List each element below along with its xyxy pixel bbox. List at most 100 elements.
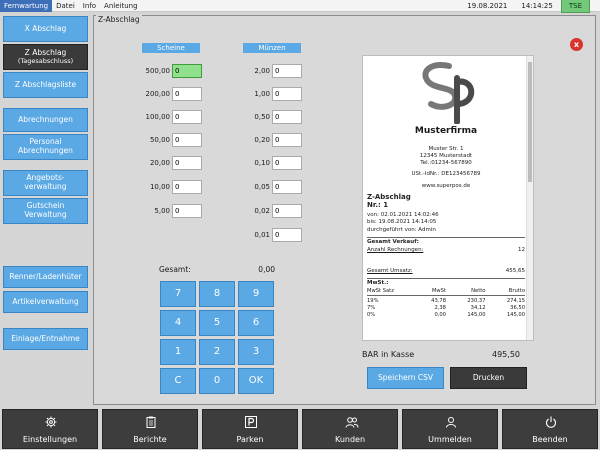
sidebar-item-label: Abrechnungen [18, 114, 73, 124]
scheine-10-input[interactable] [172, 180, 202, 194]
ummelden-button[interactable]: Ummelden [402, 409, 498, 449]
keypad-7[interactable]: 7 [160, 281, 196, 307]
keypad-1[interactable]: 1 [160, 339, 196, 365]
muenzen-label: 0,05 [254, 183, 270, 191]
keypad-3[interactable]: 3 [238, 339, 274, 365]
berichte-button[interactable]: Berichte [102, 409, 198, 449]
vat-cell: 230,37 [467, 298, 486, 304]
scheine-label: 100,00 [145, 113, 171, 121]
keypad-5[interactable]: 5 [199, 310, 235, 336]
keypad-4[interactable]: 4 [160, 310, 196, 336]
muenzen-2-input[interactable] [272, 64, 302, 78]
einstellungen-button[interactable]: Einstellungen [2, 409, 98, 449]
company-logo [413, 60, 477, 125]
sidebar-item-label: Z Abschlagsliste [14, 79, 77, 89]
receipt-vat-table: MwSt Satz MwSt Netto Brutto 19% 43,78 23… [367, 288, 525, 319]
gear-icon [45, 416, 57, 428]
muenzen-header: Münzen [243, 43, 301, 53]
sidebar-item-einlage-entnahme[interactable]: Einlage/Entnahme [3, 328, 88, 350]
vat-row: 7% 2,38 34,12 36,50 [367, 305, 525, 312]
kunden-button[interactable]: Kunden [302, 409, 398, 449]
scheine-5-input[interactable] [172, 204, 202, 218]
muenzen-001-input[interactable] [272, 228, 302, 242]
top-bar: Fernwartung Datei Info Anleitung 19.08.2… [0, 0, 600, 13]
sidebar: X Abschlag Z Abschlag (Tagesabschluss) Z… [0, 12, 92, 405]
receipt-scroll-thumb[interactable] [528, 62, 532, 182]
gesamt-label: Gesamt: [159, 265, 191, 274]
keypad-clear[interactable]: C [160, 368, 196, 394]
sidebar-item-sublabel: Verwaltung [24, 210, 67, 219]
muenzen-002-input[interactable] [272, 204, 302, 218]
scheine-50-input[interactable] [172, 133, 202, 147]
keypad-2[interactable]: 2 [199, 339, 235, 365]
sidebar-item-label: Artikelverwaltung [12, 296, 79, 306]
sidebar-item-personal-abrechnungen[interactable]: Personal Abrechnungen [3, 134, 88, 160]
vat-cell: 274,15 [506, 298, 525, 304]
receipt-divider [367, 237, 525, 238]
vat-cell: 43,78 [431, 298, 446, 304]
muenzen-label: 2,00 [254, 67, 270, 75]
scheine-label: 500,00 [145, 67, 171, 75]
receipt-anzahl-value: 12 [518, 247, 525, 253]
kunden-label: Kunden [334, 435, 366, 444]
keypad-8[interactable]: 8 [199, 281, 235, 307]
muenzen-005-input[interactable] [272, 180, 302, 194]
vat-header-row: MwSt Satz MwSt Netto Brutto [367, 288, 525, 296]
keypad-0[interactable]: 0 [199, 368, 235, 394]
receipt-scrollbar[interactable] [526, 56, 533, 340]
sidebar-item-artikelverwaltung[interactable]: Artikelverwaltung [3, 291, 88, 313]
receipt-address-line: Tel.:01234-567890 [420, 160, 472, 166]
receipt-umsatz-label: Gesamt Umsatz: [367, 268, 413, 274]
sidebar-item-renner-ladenhueter[interactable]: Renner/Ladenhüter [3, 266, 88, 288]
scheine-200-input[interactable] [172, 87, 202, 101]
receipt-doc-nr: Nr.: 1 [367, 201, 389, 209]
sidebar-item-x-abschlag[interactable]: X Abschlag [3, 16, 88, 42]
receipt-mwst-title: MwSt.: [367, 280, 389, 286]
sidebar-item-z-abschlagsliste[interactable]: Z Abschlagsliste [3, 72, 88, 98]
vat-cell: 34,12 [470, 305, 486, 311]
menu-datei[interactable]: Datei [52, 0, 79, 12]
save-csv-button[interactable]: Speichern CSV [367, 367, 444, 389]
scheine-100-input[interactable] [172, 110, 202, 124]
receipt-gesamt-verkauf: Gesamt Verkauf: [367, 239, 419, 245]
parken-button[interactable]: Parken [202, 409, 298, 449]
receipt-umsatz-value: 455,65 [505, 268, 525, 274]
sidebar-item-sublabel: Abrechnungen [18, 146, 73, 155]
sidebar-item-gutschein-verwaltung[interactable]: Gutschein Verwaltung [3, 198, 88, 224]
receipt-address-line: 12345 Musterstadt [419, 153, 473, 159]
receipt-address-line: Muster Str. 1 [428, 146, 464, 152]
menu-anleitung[interactable]: Anleitung [100, 0, 141, 12]
vat-cell: 145,00 [506, 312, 525, 318]
receipt-preview[interactable]: Musterfirma Muster Str. 1 12345 Musterst… [362, 55, 534, 341]
sidebar-item-angebotsverwaltung[interactable]: Angebots- verwaltung [3, 170, 88, 196]
scheine-500-input[interactable] [172, 64, 202, 78]
keypad-9[interactable]: 9 [238, 281, 274, 307]
panel-title: Z-Abschlag [96, 15, 142, 24]
sidebar-item-z-abschlag[interactable]: Z Abschlag (Tagesabschluss) [3, 44, 88, 70]
tse-status-badge[interactable]: TSE [560, 0, 590, 13]
receipt-company: Musterfirma [414, 126, 478, 136]
time-display: 14:14:25 [521, 2, 553, 10]
bottom-nav: Einstellungen Berichte Parken Kunden Umm… [0, 406, 600, 450]
muenzen-1-input[interactable] [272, 87, 302, 101]
scheine-label: 20,00 [149, 159, 170, 167]
vat-cell: 2,38 [434, 305, 446, 311]
muenzen-020-input[interactable] [272, 133, 302, 147]
sidebar-item-label: X Abschlag [24, 23, 67, 33]
scheine-20-input[interactable] [172, 156, 202, 170]
date-display: 19.08.2021 [467, 2, 508, 10]
keypad-6[interactable]: 6 [238, 310, 274, 336]
menu-info[interactable]: Info [79, 0, 100, 12]
berichte-label: Berichte [133, 435, 167, 444]
vat-cell: 7% [367, 305, 376, 311]
muenzen-050-input[interactable] [272, 110, 302, 124]
muenzen-010-input[interactable] [272, 156, 302, 170]
close-icon[interactable]: x [570, 38, 583, 51]
muenzen-label: 0,50 [254, 113, 270, 121]
keypad-ok[interactable]: OK [238, 368, 274, 394]
beenden-button[interactable]: Beenden [502, 409, 598, 449]
menu-fernwartung[interactable]: Fernwartung [0, 0, 53, 12]
print-button[interactable]: Drucken [450, 367, 527, 389]
sidebar-item-abrechnungen[interactable]: Abrechnungen [3, 108, 88, 132]
vat-cell: 19% [367, 298, 379, 304]
